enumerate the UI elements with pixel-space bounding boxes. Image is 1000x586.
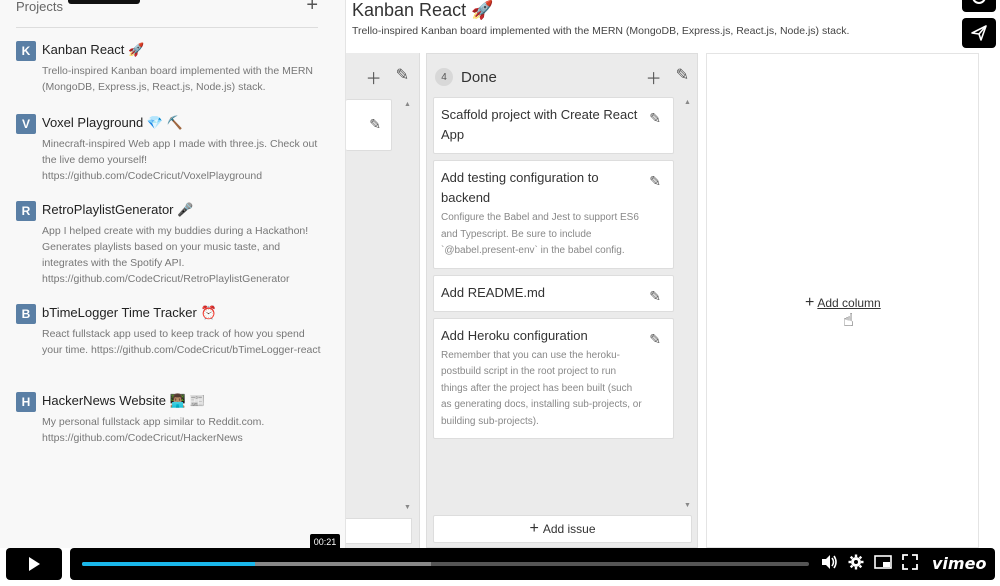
project-description: Minecraft-inspired Web app I made with t… bbox=[42, 138, 318, 182]
project-item-hackernews[interactable]: H HackerNews Website 👨🏽‍💻 📰 My personal … bbox=[16, 392, 326, 444]
column-count-badge: 4 bbox=[435, 68, 453, 86]
vimeo-logo[interactable]: vimeo bbox=[932, 554, 986, 573]
project-description: App I helped create with my buddies duri… bbox=[42, 225, 309, 285]
pencil-icon[interactable]: ✎ bbox=[649, 331, 661, 348]
issue-card[interactable]: Add README.md ✎ bbox=[433, 274, 674, 312]
pencil-icon[interactable]: ✎ bbox=[649, 173, 661, 190]
add-issue-button[interactable]: + Add issue bbox=[433, 515, 692, 543]
scrollbar[interactable]: ▲ ▼ bbox=[403, 101, 411, 511]
issue-card[interactable]: Add Heroku configuration Remember that y… bbox=[433, 317, 674, 439]
project-avatar: K bbox=[16, 41, 36, 61]
column-title: Done bbox=[461, 68, 497, 86]
card-title: Add testing configuration to backend bbox=[441, 170, 599, 205]
video-player-bar: 00:21 vimeo bbox=[0, 534, 1000, 586]
add-issue-button[interactable] bbox=[346, 518, 412, 544]
column-done: 4 Done ＋ ✎ Scaffold project with Create … bbox=[426, 53, 698, 548]
time-tooltip: 00:21 bbox=[310, 534, 340, 550]
project-item-btimelogger[interactable]: B bTimeLogger Time Tracker ⏰ React fulls… bbox=[16, 304, 326, 374]
project-avatar: R bbox=[16, 201, 36, 221]
add-column-area: + Add column ☝ bbox=[706, 53, 979, 548]
hand-cursor-icon: ☝ bbox=[843, 310, 854, 330]
project-description: My personal fullstack app similar to Red… bbox=[42, 416, 265, 444]
sidebar-title: Projects bbox=[16, 0, 63, 14]
progress-bar[interactable] bbox=[82, 562, 809, 566]
scroll-up-icon[interactable]: ▲ bbox=[684, 99, 691, 106]
page-subtitle: Trello-inspired Kanban board implemented… bbox=[352, 25, 850, 37]
card-title: Add README.md bbox=[441, 284, 546, 300]
card-title: Scaffold project with Create React App bbox=[441, 107, 638, 142]
play-button[interactable] bbox=[6, 548, 62, 580]
clock-icon[interactable] bbox=[962, 0, 996, 12]
project-name[interactable]: Voxel Playground 💎 ⛏️ bbox=[42, 115, 183, 131]
add-column-label: Add column bbox=[817, 296, 881, 310]
paper-plane-icon[interactable] bbox=[962, 18, 996, 48]
project-name[interactable]: RetroPlaylistGenerator 🎤 bbox=[42, 202, 193, 218]
picture-in-picture-icon[interactable] bbox=[874, 555, 892, 572]
gear-icon[interactable] bbox=[848, 554, 864, 573]
project-name[interactable]: Kanban React 🚀 bbox=[42, 42, 144, 58]
page-title: Kanban React 🚀 bbox=[352, 0, 494, 20]
project-avatar: V bbox=[16, 114, 36, 134]
fullscreen-icon[interactable] bbox=[902, 554, 918, 573]
scrollbar[interactable]: ▲ ▼ bbox=[683, 99, 693, 509]
volume-icon[interactable] bbox=[820, 554, 838, 573]
card-description: Remember that you can use the heroku-pos… bbox=[441, 349, 642, 427]
project-item-kanban-react[interactable]: K Kanban React 🚀 Trello-inspired Kanban … bbox=[16, 41, 326, 93]
sidebar-header: Projects + bbox=[16, 0, 318, 28]
pencil-icon[interactable]: ✎ bbox=[369, 116, 381, 133]
card-list: Scaffold project with Create React App ✎… bbox=[433, 97, 674, 445]
projects-sidebar: Projects + K Kanban React 🚀 Trello-inspi… bbox=[0, 0, 346, 548]
project-avatar: H bbox=[16, 392, 36, 412]
column-header: 4 Done ＋ ✎ bbox=[435, 66, 689, 88]
issue-card[interactable]: Scaffold project with Create React App ✎ bbox=[433, 97, 674, 154]
plus-icon: + bbox=[529, 520, 539, 537]
progress-played bbox=[82, 562, 256, 566]
pencil-icon[interactable]: ✎ bbox=[676, 65, 689, 89]
add-project-button[interactable]: + bbox=[306, 0, 318, 15]
project-name[interactable]: bTimeLogger Time Tracker ⏰ bbox=[42, 305, 217, 321]
scroll-up-icon[interactable]: ▲ bbox=[404, 101, 411, 108]
plus-icon[interactable]: ＋ bbox=[646, 65, 662, 89]
add-issue-label: Add issue bbox=[542, 522, 596, 536]
kanban-board: ＋ ✎ ✎ ▲ ▼ 4 Done ＋ ✎ Scaffold project wi… bbox=[346, 53, 980, 548]
card-title: Add Heroku configuration bbox=[441, 327, 588, 343]
project-item-voxel-playground[interactable]: V Voxel Playground 💎 ⛏️ Minecraft-inspir… bbox=[16, 114, 326, 184]
project-description: Trello-inspired Kanban board implemented… bbox=[42, 65, 313, 93]
column-partial: ＋ ✎ ✎ ▲ ▼ bbox=[346, 53, 420, 548]
scroll-down-icon[interactable]: ▼ bbox=[684, 502, 691, 509]
card-description: Configure the Babel and Jest to support … bbox=[441, 212, 639, 256]
pencil-icon[interactable]: ✎ bbox=[649, 288, 661, 305]
play-icon bbox=[29, 557, 40, 571]
player-controls: 00:21 vimeo bbox=[70, 534, 995, 580]
plus-icon[interactable]: ＋ bbox=[366, 65, 382, 89]
project-name[interactable]: HackerNews Website 👨🏽‍💻 📰 bbox=[42, 393, 206, 409]
pencil-icon[interactable]: ✎ bbox=[396, 65, 409, 89]
plus-icon: + bbox=[805, 294, 815, 311]
scroll-down-icon[interactable]: ▼ bbox=[404, 504, 411, 511]
issue-card[interactable]: Add testing configuration to backend Con… bbox=[433, 160, 674, 269]
project-item-retro-playlist-generator[interactable]: R RetroPlaylistGenerator 🎤 App I helped … bbox=[16, 201, 326, 285]
pencil-icon[interactable]: ✎ bbox=[649, 110, 661, 127]
project-description: React fullstack app used to keep track o… bbox=[42, 328, 321, 356]
project-avatar: B bbox=[16, 304, 36, 324]
card-partial[interactable]: ✎ bbox=[346, 99, 392, 151]
